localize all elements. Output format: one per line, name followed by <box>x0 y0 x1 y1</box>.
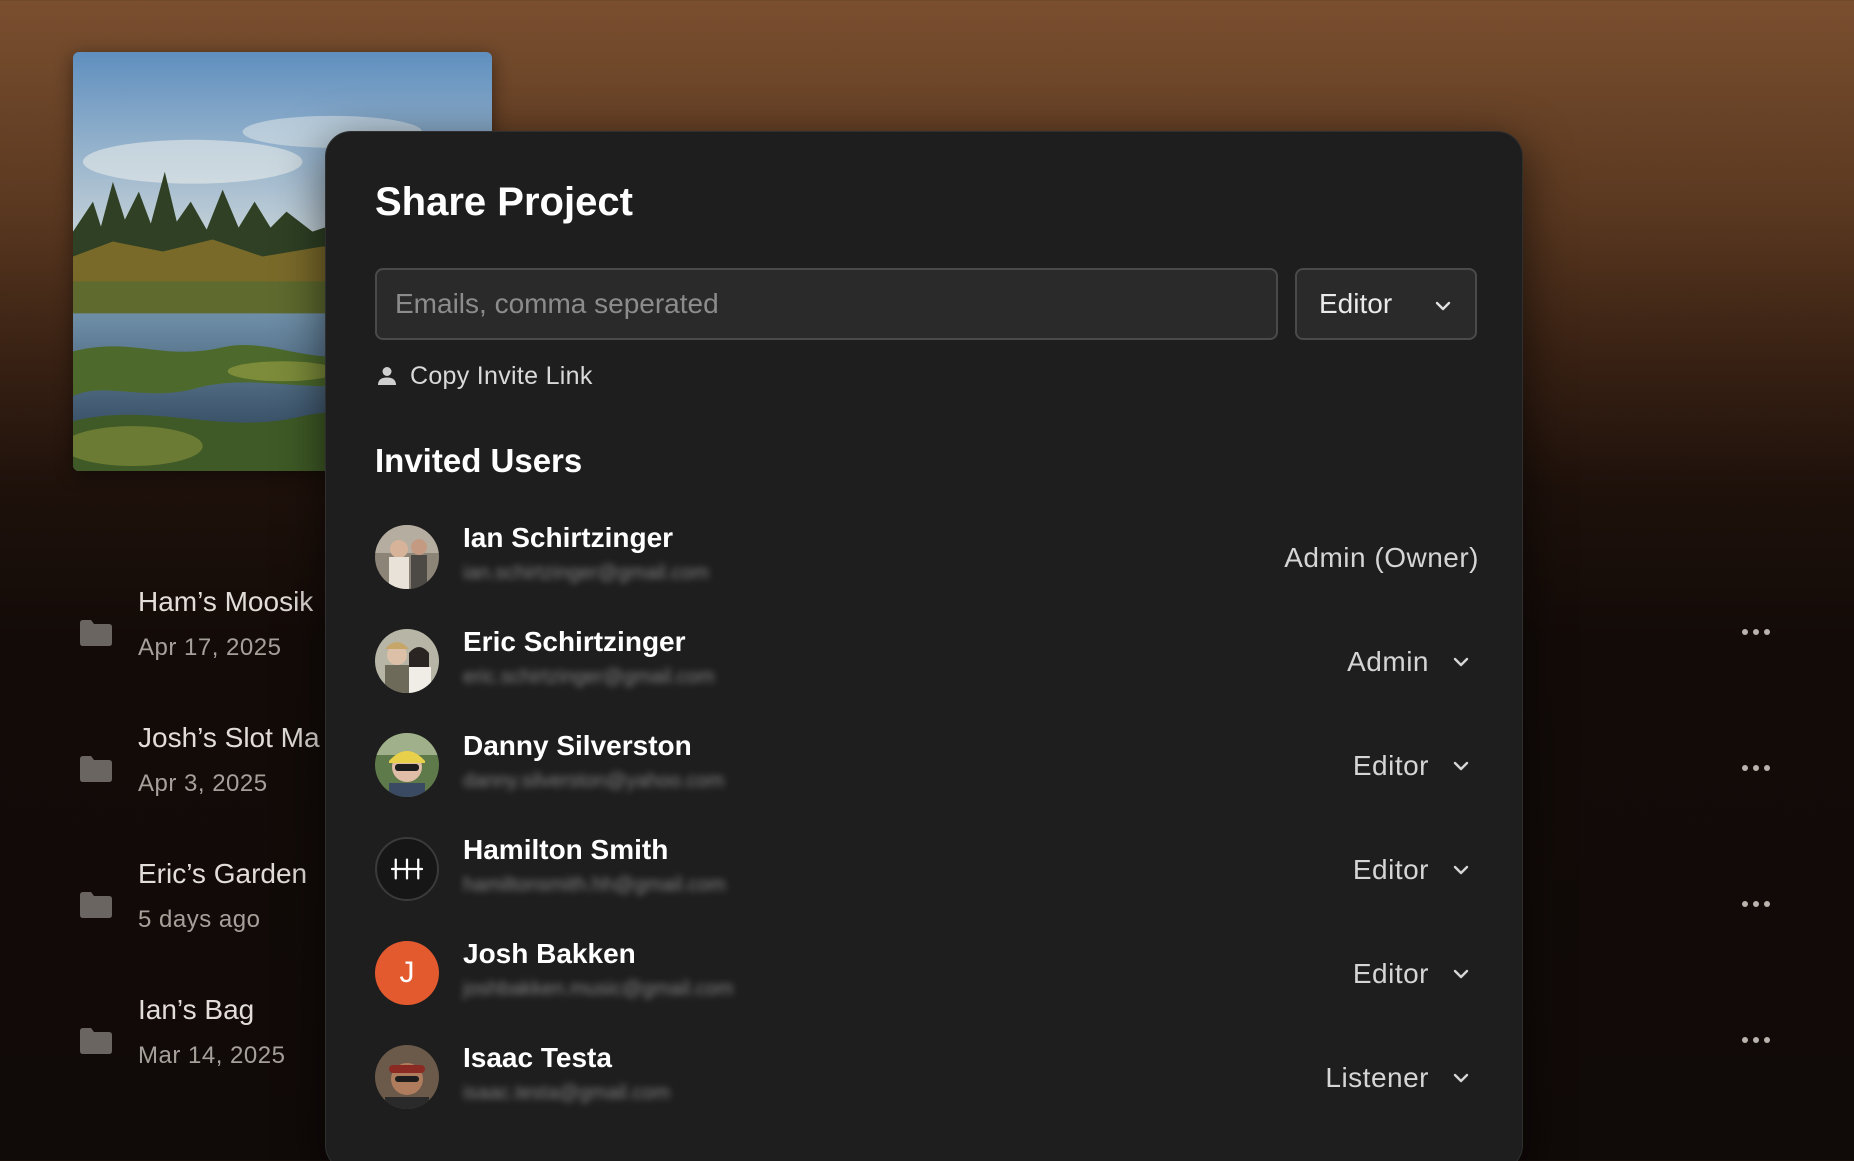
chevron-down-icon <box>1453 1073 1469 1083</box>
avatar-initial: J <box>399 956 415 989</box>
user-email: eric.schirtzinger@gmail.com <box>463 666 715 688</box>
user-email: isaac.testa@gmail.com <box>463 1082 671 1104</box>
role-select[interactable]: Editor <box>1295 268 1477 340</box>
copy-invite-link-button[interactable]: Copy Invite Link <box>376 356 593 396</box>
user-row: Eric Schirtzinger eric.schirtzinger@gmai… <box>375 626 1479 696</box>
invited-users-title: Invited Users <box>375 442 583 479</box>
user-row: Danny Silverston danny.silverston@yahoo.… <box>375 730 1479 800</box>
user-name: Isaac Testa <box>463 1042 612 1073</box>
avatar <box>375 837 439 901</box>
user-role-dropdown[interactable]: Editor <box>1353 748 1471 784</box>
project-date: Apr 17, 2025 <box>138 634 282 661</box>
more-options-icon[interactable] <box>1732 748 1780 788</box>
chevron-down-icon <box>1453 657 1469 667</box>
project-date: Mar 14, 2025 <box>138 1042 286 1069</box>
project-name: Eric’s Garden <box>138 858 308 889</box>
person-icon <box>378 367 396 385</box>
project-name: Ham’s Moosik <box>138 586 314 617</box>
project-name: Josh’s Slot Ma <box>138 722 320 753</box>
chevron-down-icon <box>1435 301 1451 311</box>
user-role-text: Admin (Owner) <box>1284 542 1479 573</box>
user-name: Danny Silverston <box>463 730 692 761</box>
folder-icon <box>80 892 112 918</box>
user-role-dropdown[interactable]: Admin <box>1347 644 1471 680</box>
user-name: Hamilton Smith <box>463 834 669 865</box>
user-row: Ian Schirtzinger ian.schirtzinger@gmail.… <box>375 522 1479 592</box>
more-options-icon[interactable] <box>1732 1020 1780 1060</box>
user-email: joshbakken.music@gmail.com <box>463 978 734 1000</box>
user-role-text: Editor <box>1352 854 1429 885</box>
more-options-icon[interactable] <box>1732 884 1780 924</box>
email-input[interactable] <box>375 268 1278 340</box>
folder-icon <box>80 1028 112 1054</box>
copy-invite-link-label: Copy Invite Link <box>410 361 593 390</box>
folder-icon <box>80 620 112 646</box>
user-row: Isaac Testa isaac.testa@gmail.com Listen… <box>375 1042 1479 1112</box>
more-options-icon[interactable] <box>1732 612 1780 652</box>
project-date: Apr 3, 2025 <box>138 770 268 797</box>
avatar <box>375 525 439 589</box>
folder-icon <box>80 756 112 782</box>
avatar <box>375 1045 439 1109</box>
user-name: Eric Schirtzinger <box>463 626 686 657</box>
user-role-dropdown[interactable]: Editor <box>1353 956 1471 992</box>
user-role-label: Admin (Owner) <box>1284 540 1479 576</box>
chevron-down-icon <box>1453 969 1469 979</box>
avatar <box>375 733 439 797</box>
user-email: ian.schirtzinger@gmail.com <box>463 562 709 584</box>
user-role-dropdown[interactable]: Editor <box>1353 852 1471 888</box>
user-email: danny.silverston@yahoo.com <box>463 770 725 792</box>
user-name: Josh Bakken <box>463 938 636 969</box>
user-name: Ian Schirtzinger <box>463 522 674 553</box>
project-name: Ian’s Bag <box>138 994 255 1025</box>
user-role-dropdown[interactable]: Listener <box>1325 1060 1471 1096</box>
modal-title: Share Project <box>375 180 633 224</box>
avatar <box>375 629 439 693</box>
chevron-down-icon <box>1453 761 1469 771</box>
share-project-modal: Share Project Editor Copy Invite Link In… <box>325 131 1523 1161</box>
project-date: 5 days ago <box>138 906 261 933</box>
user-role-text: Listener <box>1325 1062 1429 1093</box>
user-row: Hamilton Smith hamiltonsmith.hh@gmail.co… <box>375 834 1479 904</box>
user-email: hamiltonsmith.hh@gmail.com <box>463 874 726 896</box>
user-role-text: Editor <box>1352 958 1429 989</box>
role-select-value: Editor <box>1319 288 1393 319</box>
avatar: J <box>375 941 439 1005</box>
user-role-text: Editor <box>1352 750 1429 781</box>
user-role-text: Admin <box>1347 646 1429 677</box>
chevron-down-icon <box>1453 865 1469 875</box>
user-row: J Josh Bakken joshbakken.music@gmail.com… <box>375 938 1479 1008</box>
